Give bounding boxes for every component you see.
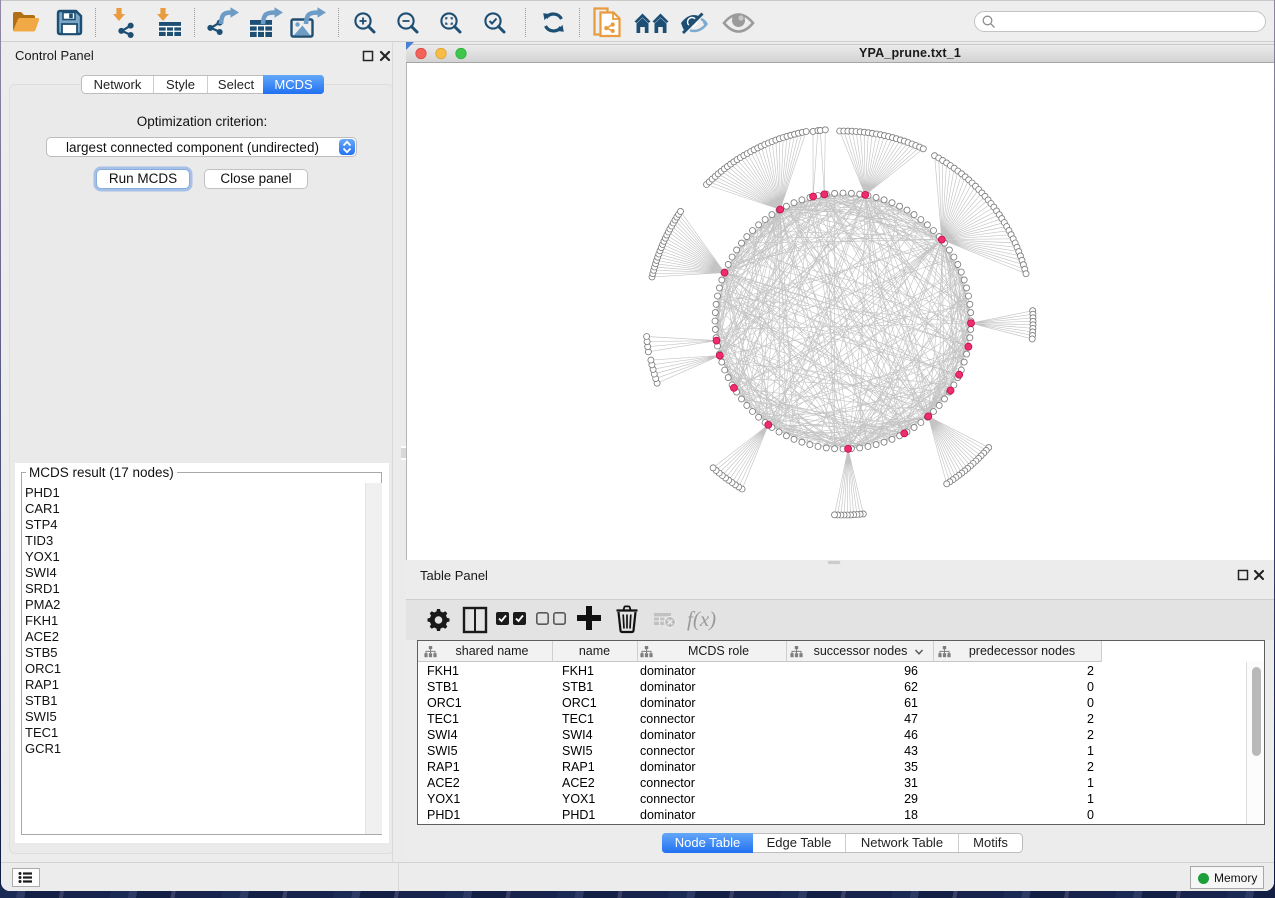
svg-text:f(x): f(x) [687,607,716,631]
